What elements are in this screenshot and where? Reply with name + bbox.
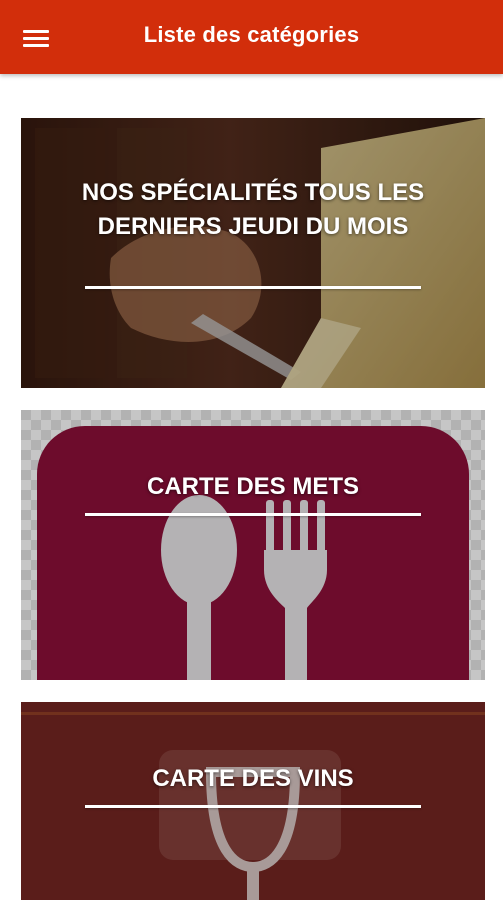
category-label: NOS SPÉCIALITÉS TOUS LES DERNIERS JEUDI … [81,179,425,240]
page-title: Liste des catégories [143,22,360,47]
category-label: CARTE DES METS [146,473,359,500]
category-card-specialites[interactable]: NOS SPÉCIALITÉS TOUS LES DERNIERS JEUDI … [21,118,485,388]
raclette-cheese-photo [21,118,485,388]
category-label: CARTE DES VINS [152,765,354,792]
category-underline [85,805,421,808]
category-card-mets[interactable]: CARTE DES METS [21,410,485,680]
spoon-fork-icon [21,410,485,680]
category-underline [85,286,421,289]
category-card-vins[interactable]: CARTE DES VINS [21,702,485,900]
category-underline [85,513,421,516]
wine-glass-icon [21,702,485,900]
app-bar: Liste des catégories [0,0,503,74]
